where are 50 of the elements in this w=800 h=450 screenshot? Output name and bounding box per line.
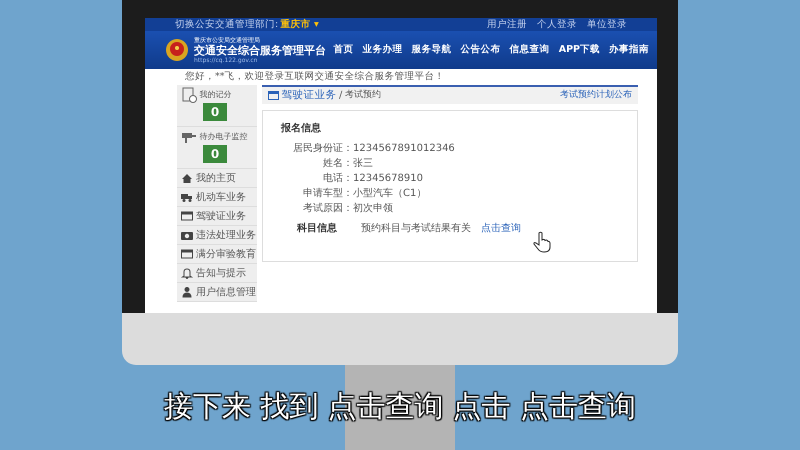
department-label: 切换公安交通管理部门: — [175, 18, 278, 31]
card-icon — [181, 248, 193, 260]
truck-icon — [181, 191, 193, 203]
query-link[interactable]: 点击查询 — [481, 221, 521, 236]
nav-link[interactable]: 信息查询 — [510, 42, 550, 58]
home-icon — [181, 172, 193, 184]
hand-cursor-icon — [533, 231, 551, 253]
header-link[interactable]: 个人登录 — [537, 18, 577, 31]
document-icon — [181, 87, 197, 103]
nav-link[interactable]: 首页 — [334, 42, 354, 58]
emblem-icon — [165, 38, 189, 62]
city-selector[interactable]: 重庆市 ▾ — [280, 18, 319, 31]
section-title: 报名信息 — [281, 122, 322, 136]
header-link[interactable]: 用户注册 — [487, 18, 527, 31]
nav-link[interactable]: 服务导航 — [412, 42, 452, 58]
nav-link[interactable]: APP下载 — [558, 42, 600, 58]
video-subtitle: 接下来 找到 点击查询 点击 点击查询 — [164, 388, 636, 424]
sidebar-item[interactable]: 满分审验教育 — [177, 245, 257, 264]
sidebar-item[interactable]: 我的主页 — [177, 169, 257, 188]
bell-icon — [181, 267, 193, 279]
breadcrumb-section-link[interactable]: 驾驶证业务 — [282, 88, 336, 104]
sidebar-item[interactable]: 违法处理业务 — [177, 226, 257, 245]
field-row-text: 申请车型：小型汽车（C1） — [302, 186, 428, 201]
stat-label: 待办电子监控 — [200, 131, 248, 143]
card-icon — [181, 210, 193, 222]
field-row-text: 姓名：张三 — [322, 156, 374, 171]
sidebar-item[interactable]: 机动车业务 — [177, 188, 257, 207]
sidebar-item[interactable]: 用户信息管理 — [177, 283, 257, 302]
person-icon — [181, 286, 193, 298]
card-icon — [268, 91, 279, 100]
field-row-text: 电话：12345678910 — [322, 172, 424, 186]
platform-title: 交通安全综合服务管理平台 — [194, 44, 326, 56]
stat-label: 我的记分 — [200, 89, 232, 101]
field-row-text: 考试原因：初次申领 — [302, 202, 394, 216]
header-link[interactable]: 单位登录 — [587, 18, 627, 31]
nav-link[interactable]: 业务办理 — [362, 42, 403, 58]
breadcrumb-separator: / — [339, 89, 342, 103]
count-badge: 0 — [203, 145, 227, 163]
camera-icon — [181, 229, 193, 241]
sidebar-item[interactable]: 告知与提示 — [177, 264, 257, 283]
welcome-message: 您好，**飞，欢迎登录互联网交通安全综合服务管理平台！ — [184, 70, 446, 84]
subject-note: 预约科目与考试结果有关 — [361, 222, 471, 236]
schedule-link[interactable]: 考试预约计划公布 — [560, 88, 632, 102]
count-badge: 0 — [203, 103, 227, 121]
sidebar-item[interactable]: 驾驶证业务 — [177, 207, 257, 226]
field-row-text: 居民身份证：1234567891012346 — [292, 142, 456, 156]
section-title: 科目信息 — [297, 222, 338, 236]
nav-link[interactable]: 办事指南 — [609, 42, 649, 58]
nav-link[interactable]: 公告公布 — [460, 42, 501, 58]
breadcrumb-page: 考试预约 — [344, 88, 381, 102]
